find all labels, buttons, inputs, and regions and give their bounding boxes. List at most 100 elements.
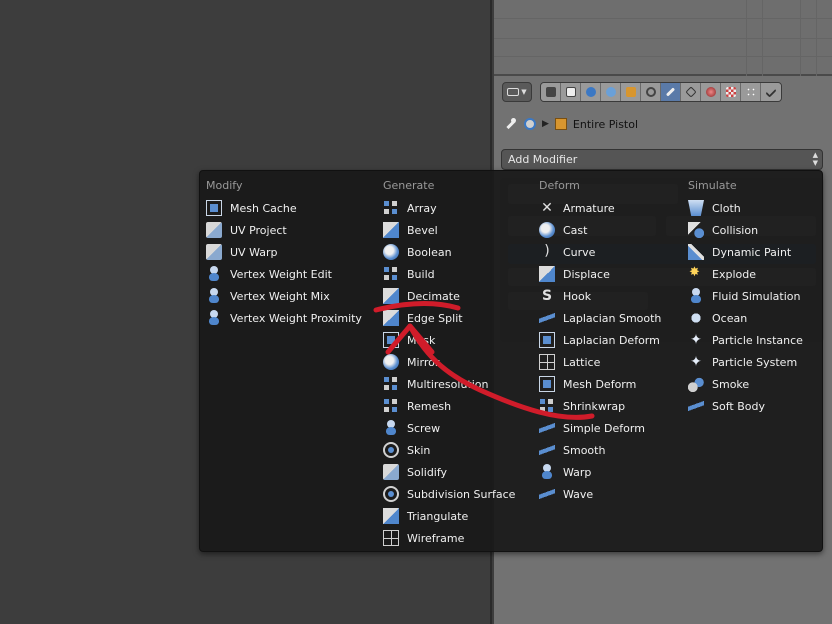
- menu-item-label: Laplacian Deform: [563, 333, 660, 347]
- menu-item-label: UV Warp: [230, 245, 278, 259]
- wireframe-icon: [383, 530, 399, 546]
- menu-item-simple-deform[interactable]: Simple Deform: [539, 417, 645, 439]
- menu-item-label: Particle System: [712, 355, 798, 369]
- tab-scene[interactable]: [581, 83, 601, 101]
- skin-icon: [383, 442, 399, 458]
- tab-modifiers[interactable]: [661, 83, 681, 101]
- vertex-weight-icon: [206, 266, 222, 282]
- uv-warp-icon: [206, 244, 222, 260]
- menu-item-edge-split[interactable]: Edge Split: [383, 307, 463, 329]
- menu-item-smooth[interactable]: Smooth: [539, 439, 605, 461]
- menu-item-explode[interactable]: Explode: [688, 263, 756, 285]
- menu-item-shrinkwrap[interactable]: Shrinkwrap: [539, 395, 625, 417]
- menu-item-triangulate[interactable]: Triangulate: [383, 505, 468, 527]
- add-modifier-dropdown[interactable]: Add Modifier ▲ ▼: [501, 149, 823, 170]
- menu-item-label: Screw: [407, 421, 441, 435]
- shrinkwrap-icon: [539, 398, 555, 414]
- menu-item-mesh-cache[interactable]: Mesh Cache: [206, 197, 297, 219]
- menu-item-label: Hook: [563, 289, 592, 303]
- menu-item-label: Triangulate: [407, 509, 469, 523]
- smooth-icon: [539, 442, 555, 458]
- menu-item-label: Bevel: [407, 223, 438, 237]
- editor-type-button[interactable]: ▼: [502, 82, 532, 102]
- menu-item-particle-instance[interactable]: Particle Instance: [688, 329, 803, 351]
- chevron-right-icon: ▶: [542, 119, 549, 129]
- menu-item-skin[interactable]: Skin: [383, 439, 430, 461]
- cast-icon: [539, 222, 555, 238]
- menu-item-label: Subdivision Surface: [407, 487, 516, 501]
- solidify-icon: [383, 464, 399, 480]
- menu-item-vertex-weight-mix[interactable]: Vertex Weight Mix: [206, 285, 330, 307]
- tab-object[interactable]: [621, 83, 641, 101]
- displace-icon: [539, 266, 555, 282]
- menu-item-bevel[interactable]: Bevel: [383, 219, 438, 241]
- menu-item-label: Mesh Deform: [563, 377, 637, 391]
- menu-item-label: Smooth: [563, 443, 606, 457]
- particle-system-icon: [688, 354, 704, 370]
- tab-data[interactable]: [681, 83, 701, 101]
- menu-item-soft-body[interactable]: Soft Body: [688, 395, 765, 417]
- tab-render-layers[interactable]: [561, 83, 581, 101]
- menu-item-mesh-deform[interactable]: Mesh Deform: [539, 373, 636, 395]
- menu-item-particle-system[interactable]: Particle System: [688, 351, 797, 373]
- tab-material[interactable]: [701, 83, 721, 101]
- menu-item-fluid-simulation[interactable]: Fluid Simulation: [688, 285, 800, 307]
- menu-item-label: Array: [407, 201, 437, 215]
- menu-item-warp[interactable]: Warp: [539, 461, 591, 483]
- tab-constraints[interactable]: [641, 83, 661, 101]
- tab-texture[interactable]: [721, 83, 741, 101]
- menu-item-lattice[interactable]: Lattice: [539, 351, 600, 373]
- menu-item-collision[interactable]: Collision: [688, 219, 758, 241]
- menu-item-uv-project[interactable]: UV Project: [206, 219, 287, 241]
- menu-item-label: Smoke: [712, 377, 750, 391]
- particle-instance-icon: [688, 332, 704, 348]
- collision-icon: [688, 222, 704, 238]
- updown-arrows-icon: ▲ ▼: [812, 151, 818, 167]
- menu-item-wave[interactable]: Wave: [539, 483, 593, 505]
- menu-item-vertex-weight-proximity[interactable]: Vertex Weight Proximity: [206, 307, 362, 329]
- menu-item-cast[interactable]: Cast: [539, 219, 587, 241]
- context-tabs: [540, 82, 782, 102]
- menu-item-label: Armature: [563, 201, 615, 215]
- curve-icon: [539, 244, 555, 260]
- menu-item-vertex-weight-edit[interactable]: Vertex Weight Edit: [206, 263, 332, 285]
- menu-item-uv-warp[interactable]: UV Warp: [206, 241, 278, 263]
- menu-item-screw[interactable]: Screw: [383, 417, 440, 439]
- menu-item-multiresolution[interactable]: Multiresolution: [383, 373, 489, 395]
- menu-item-label: Wave: [563, 487, 594, 501]
- menu-item-boolean[interactable]: Boolean: [383, 241, 452, 263]
- menu-item-dynamic-paint[interactable]: Dynamic Paint: [688, 241, 791, 263]
- menu-item-laplacian-deform[interactable]: Laplacian Deform: [539, 329, 660, 351]
- menu-item-label: Displace: [563, 267, 610, 281]
- tab-particles[interactable]: [741, 83, 761, 101]
- pin-icon[interactable]: [504, 117, 518, 131]
- object-name: Entire Pistol: [572, 117, 639, 131]
- menu-item-armature[interactable]: Armature: [539, 197, 615, 219]
- menu-item-curve[interactable]: Curve: [539, 241, 595, 263]
- menu-item-solidify[interactable]: Solidify: [383, 461, 447, 483]
- menu-item-decimate[interactable]: Decimate: [383, 285, 460, 307]
- menu-item-build[interactable]: Build: [383, 263, 435, 285]
- tab-physics[interactable]: [761, 83, 781, 101]
- menu-item-subdivision-surface[interactable]: Subdivision Surface: [383, 483, 515, 505]
- wave-icon: [539, 486, 555, 502]
- menu-item-laplacian-smooth[interactable]: Laplacian Smooth: [539, 307, 661, 329]
- menu-item-displace[interactable]: Displace: [539, 263, 610, 285]
- menu-item-smoke[interactable]: Smoke: [688, 373, 749, 395]
- column-heading: Modify: [206, 179, 243, 192]
- menu-item-label: Explode: [712, 267, 756, 281]
- menu-item-remesh[interactable]: Remesh: [383, 395, 451, 417]
- lattice-icon: [539, 354, 555, 370]
- menu-item-ocean[interactable]: Ocean: [688, 307, 747, 329]
- menu-item-hook[interactable]: Hook: [539, 285, 591, 307]
- tab-render[interactable]: [541, 83, 561, 101]
- soft-body-icon: [688, 398, 704, 414]
- menu-item-label: Wireframe: [407, 531, 465, 545]
- menu-item-mask[interactable]: Mask: [383, 329, 435, 351]
- menu-item-array[interactable]: Array: [383, 197, 437, 219]
- menu-item-label: Vertex Weight Mix: [230, 289, 330, 303]
- menu-item-cloth[interactable]: Cloth: [688, 197, 741, 219]
- menu-item-mirror[interactable]: Mirror: [383, 351, 439, 373]
- tab-world[interactable]: [601, 83, 621, 101]
- menu-item-wireframe[interactable]: Wireframe: [383, 527, 464, 549]
